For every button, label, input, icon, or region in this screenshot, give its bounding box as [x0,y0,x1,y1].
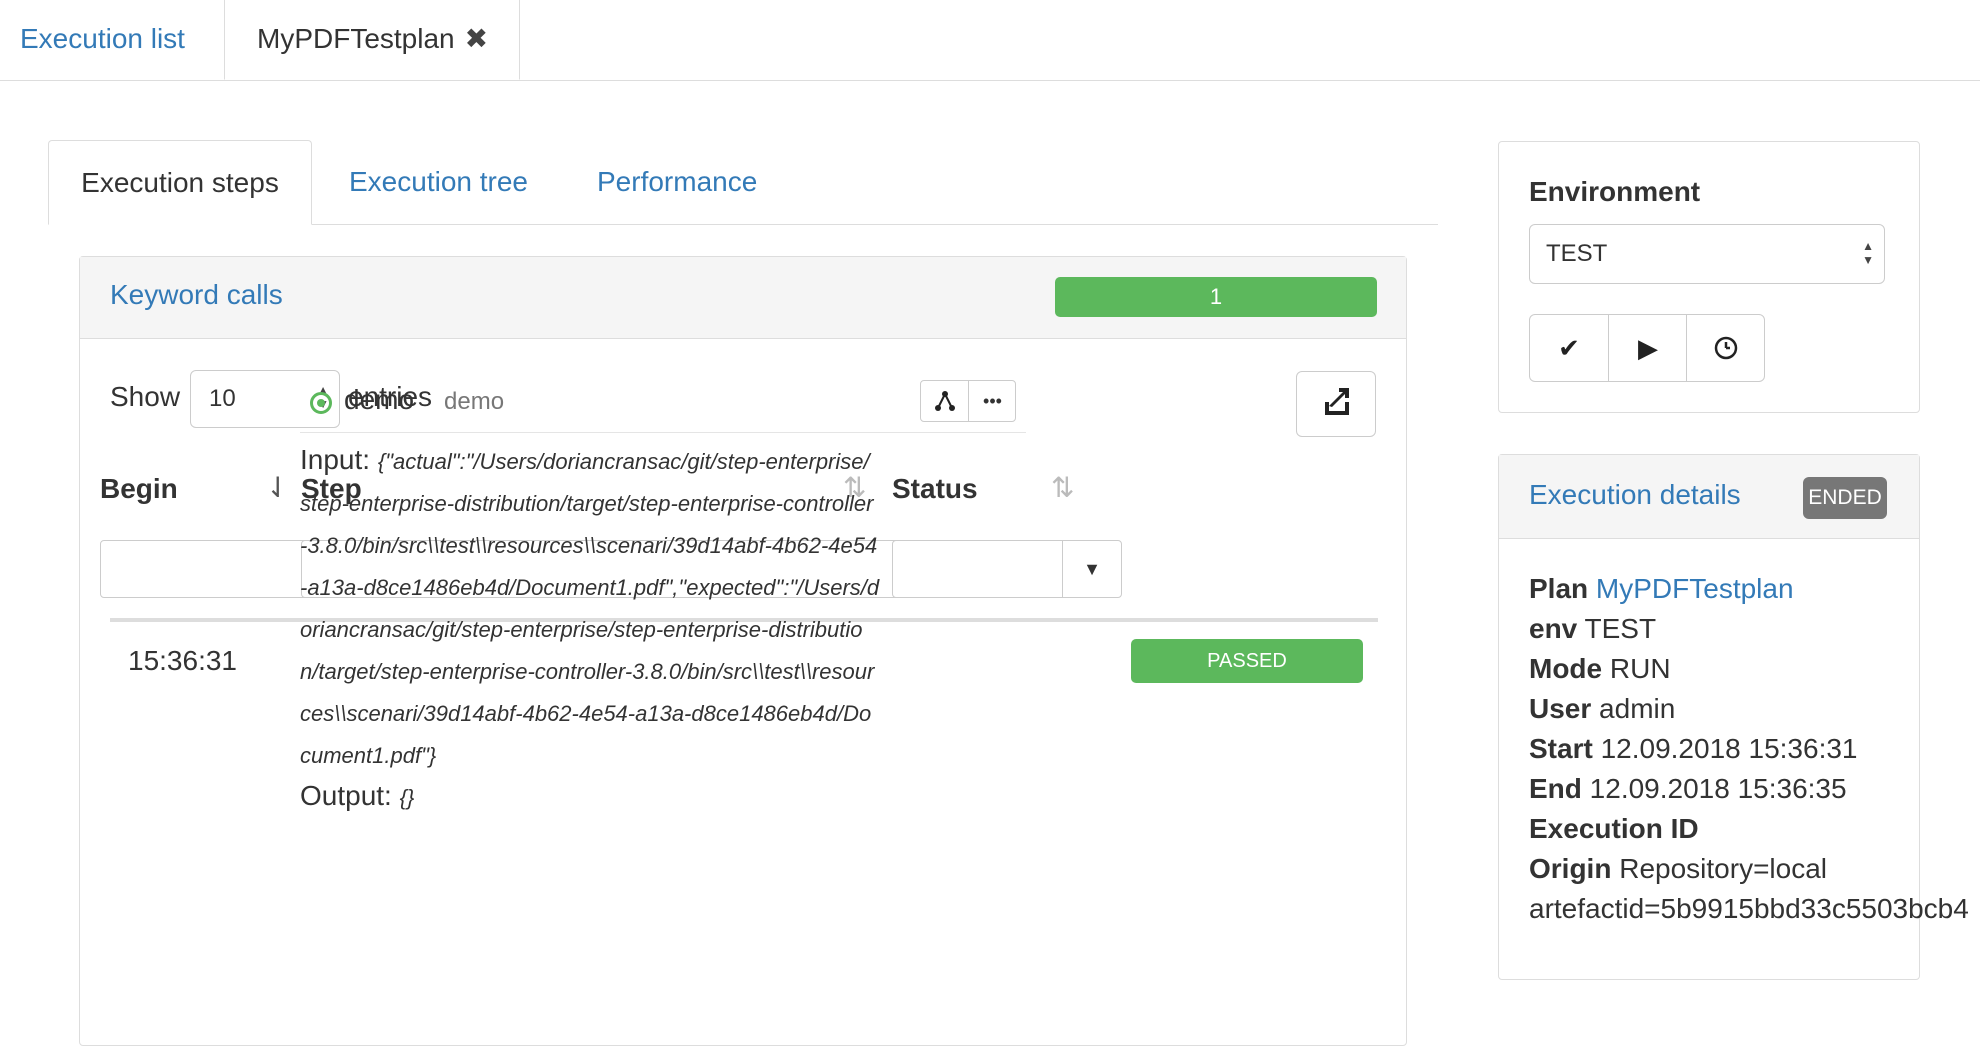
step-function: demo [444,388,505,415]
user-value: admin [1599,693,1676,724]
output-label: Output: [300,780,392,811]
details-header: Execution details ENDED [1499,455,1919,539]
row-begin-time: 15:36:31 [128,645,237,676]
tab-performance[interactable]: Performance [597,140,757,224]
select-arrows-icon: ▲ ▼ [1862,239,1874,267]
sort-desc-icon[interactable]: ⇃ [266,471,289,504]
env-value: TEST [1584,613,1657,644]
details-title[interactable]: Execution details [1529,479,1741,511]
top-tab-bar: Execution list MyPDFTestplan ✖ [0,0,1980,81]
environment-value: TEST [1546,240,1608,267]
env-label: env [1529,613,1578,644]
end-label: End [1529,773,1582,804]
input-value: {"actual":"/Users/doriancransac/git/step… [300,449,880,768]
origin-label: Origin [1529,853,1612,884]
input-label: Input: [300,444,371,475]
check-icon: ✔ [1558,333,1580,363]
origin-value: Repository=local [1619,853,1828,884]
more-icon: ••• [983,391,1002,411]
status-badge: PASSED [1131,639,1363,683]
execution-id-label: Execution ID [1529,813,1699,844]
execution-details-panel: Execution details ENDED Plan MyPDFTestpl… [1498,454,1969,980]
tab-plan-label: MyPDFTestplan [257,23,455,54]
filter-begin-input[interactable] [100,540,322,598]
panel-header: Keyword calls 1 [80,257,1406,339]
close-icon[interactable]: ✖ [465,23,488,54]
caret-down-icon[interactable]: ▼ [1062,541,1121,597]
inner-tab-bar: Execution steps Execution tree Performan… [48,140,1438,225]
schedule-button[interactable] [1686,315,1765,381]
col-begin-header[interactable]: Begin [100,473,178,505]
panel-title[interactable]: Keyword calls [110,279,283,311]
tree-button[interactable] [921,381,968,421]
col-status-header[interactable]: Status [892,473,978,505]
mode-label: Mode [1529,653,1603,684]
tab-execution-list[interactable]: Execution list [20,0,185,79]
progress-bar: 1 [1055,277,1377,317]
environment-panel: Environment TEST ▲ ▼ ✔ ▶ [1498,141,1920,413]
export-icon [1325,388,1349,415]
execution-actions: ✔ ▶ [1529,314,1765,382]
step-header-row: demo demo ••• [300,378,1026,433]
origin-artefact: artefactid=5b9915bbd33c5503bcb4 [1529,893,1969,924]
tree-icon [934,391,955,411]
show-label: Show [110,381,181,412]
filter-status-select[interactable]: ▼ [892,540,1122,598]
mode-value: RUN [1609,653,1671,684]
tab-plan[interactable]: MyPDFTestplan ✖ [224,0,520,80]
output-value: {} [399,785,415,810]
start-value: 12.09.2018 15:36:31 [1600,733,1858,764]
export-button[interactable] [1296,371,1376,437]
tab-execution-steps[interactable]: Execution steps [48,140,312,225]
details-body: Plan MyPDFTestplan env TEST Mode RUN Use… [1529,569,1980,929]
start-label: Start [1529,733,1593,764]
step-actions: ••• [920,380,1016,422]
environment-select[interactable]: TEST ▲ ▼ [1529,224,1885,284]
step-io: Input: {"actual":"/Users/doriancransac/g… [300,440,880,818]
step-name[interactable]: demo [344,384,414,416]
run-button[interactable]: ▶ [1608,315,1687,381]
end-value: 12.09.2018 15:36:35 [1589,773,1847,804]
clock-icon [1714,336,1738,360]
play-icon: ▶ [1638,333,1658,363]
plan-label: Plan [1529,573,1589,604]
more-button[interactable]: ••• [968,381,1016,421]
plan-link[interactable]: MyPDFTestplan [1596,573,1794,604]
sort-icon[interactable]: ⇅ [1051,471,1074,504]
user-label: User [1529,693,1592,724]
page-size-value: 10 [209,385,236,412]
environment-title: Environment [1529,176,1701,207]
status-circle-icon [310,392,332,414]
tab-execution-tree[interactable]: Execution tree [349,140,528,224]
check-button[interactable]: ✔ [1530,315,1608,381]
ended-badge: ENDED [1803,477,1887,519]
